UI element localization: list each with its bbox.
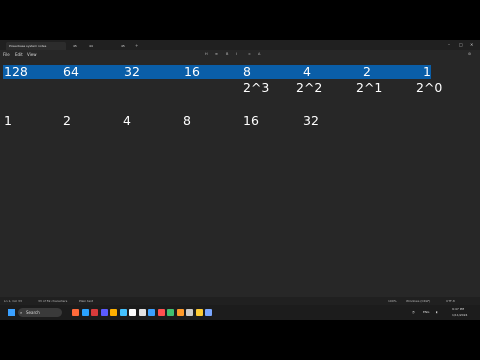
windows-start-icon[interactable] <box>8 309 15 316</box>
link-icon[interactable]: ∞ <box>248 51 251 58</box>
taskbar-search[interactable]: ⌕ Search <box>18 308 62 317</box>
value-8-row3: 8 <box>183 113 191 128</box>
taskbar-app-icon[interactable] <box>72 309 79 316</box>
value-2: 2 <box>363 64 371 79</box>
value-2-row3: 2 <box>63 113 71 128</box>
power-2-0: 2^0 <box>416 80 443 95</box>
taskbar-app-icon[interactable] <box>129 309 136 316</box>
settings-gear-icon[interactable]: ⚙ <box>468 51 471 58</box>
value-16-row3: 16 <box>243 113 259 128</box>
tab-active[interactable]: Powerbase system notes <box>6 42 66 50</box>
taskbar-app-icon[interactable] <box>157 309 165 316</box>
italic-icon[interactable]: I <box>236 51 237 58</box>
power-2-1: 2^1 <box>356 80 383 95</box>
cursor-position: Ln 1, Col 33 <box>4 299 22 303</box>
power-2-2: 2^2 <box>296 80 323 95</box>
value-8: 8 <box>243 64 251 79</box>
language-indicator[interactable]: ENG <box>423 305 429 320</box>
value-1-row3: 1 <box>4 113 12 128</box>
new-tab-button[interactable]: + <box>135 42 138 50</box>
wifi-icon[interactable]: ◔ <box>412 305 415 320</box>
bold-icon[interactable]: B <box>226 51 228 58</box>
menu-view[interactable]: View <box>27 51 37 58</box>
clear-format-icon[interactable]: A <box>258 51 260 58</box>
tab-2[interactable]: 45 <box>70 42 84 50</box>
menu-file[interactable]: File <box>3 51 10 58</box>
list-icon[interactable]: ≡ <box>215 51 218 58</box>
heading-icon[interactable]: H <box>205 51 208 58</box>
taskbar-app-icon[interactable] <box>205 309 212 316</box>
text-mode: Plain text <box>79 299 94 303</box>
selection-count: 33 of 59 characters <box>38 299 68 303</box>
taskbar-app-icon[interactable] <box>195 309 203 316</box>
tab-3[interactable]: 44 <box>86 42 100 50</box>
taskbar-app-icon[interactable] <box>119 309 127 316</box>
encoding[interactable]: UTF-8 <box>446 297 455 305</box>
value-16: 16 <box>184 64 200 79</box>
line-ending[interactable]: Windows (CRLF) <box>406 297 430 305</box>
taskbar: ⌕ Search ◔ ENG ◖ 9:47 PM 1/11/2024 <box>0 305 480 320</box>
taskbar-app-icon[interactable] <box>176 309 184 316</box>
close-icon[interactable]: ✕ <box>470 41 473 49</box>
value-4-row3: 4 <box>123 113 131 128</box>
taskbar-app-icon[interactable] <box>167 309 174 316</box>
tab-title: Powerbase system notes <box>9 44 47 48</box>
value-1: 1 <box>423 64 431 79</box>
taskbar-app-icon[interactable] <box>148 309 155 316</box>
taskbar-app-icon[interactable] <box>110 309 117 316</box>
taskbar-app-icon[interactable] <box>81 309 89 316</box>
taskbar-app-icon[interactable] <box>100 309 108 316</box>
zoom-level[interactable]: 100% <box>388 297 397 305</box>
value-4: 4 <box>303 64 311 79</box>
search-icon: ⌕ <box>20 310 23 315</box>
value-128: 128 <box>4 64 28 79</box>
volume-icon[interactable]: ◖ <box>436 305 438 320</box>
minimize-icon[interactable]: – <box>448 41 450 49</box>
value-32-row3: 32 <box>303 113 319 128</box>
taskbar-app-icon[interactable] <box>91 309 98 316</box>
taskbar-app-icon[interactable] <box>186 309 193 316</box>
maximize-icon[interactable]: □ <box>459 41 463 49</box>
notepad-window: Powerbase system notes 45 44 45 + – □ ✕ … <box>0 40 480 320</box>
menu-bar: File Edit View H ≡ B I ∞ A ⚙ <box>0 50 480 59</box>
taskbar-app-icon[interactable] <box>138 309 146 316</box>
menu-edit[interactable]: Edit <box>15 51 23 58</box>
value-64: 64 <box>63 64 79 79</box>
title-bar: Powerbase system notes 45 44 45 + – □ ✕ <box>0 40 480 50</box>
value-32: 32 <box>124 64 140 79</box>
tab-4[interactable]: 45 <box>118 42 132 50</box>
search-placeholder: Search <box>26 310 40 315</box>
status-bar: Ln 1, Col 33 33 of 59 characters Plain t… <box>0 297 480 305</box>
text-editor-area[interactable]: 128 64 32 16 8 4 2 1 2^3 2^2 2^1 2^0 1 2… <box>0 59 480 297</box>
clock-date[interactable]: 1/11/2024 <box>452 311 467 319</box>
power-2-3: 2^3 <box>243 80 270 95</box>
